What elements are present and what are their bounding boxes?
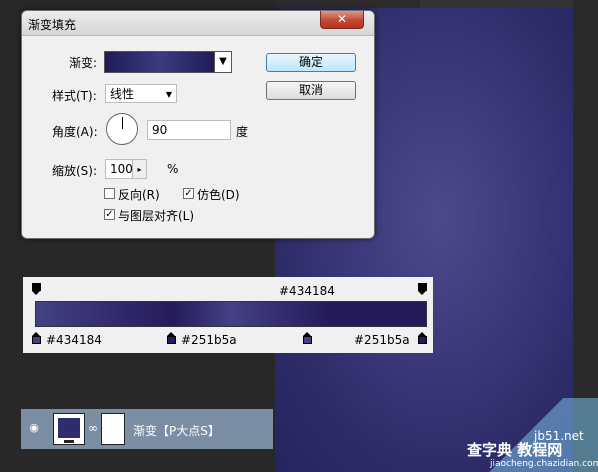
watermark-sub: jiaocheng.chazidian.com [490,459,598,469]
dither-label: 仿色(D) [197,188,240,202]
dialog-titlebar[interactable]: 渐变填充 ✕ [22,11,374,36]
gradient-editor: #434184 #434184 #251b5a #251b5a [23,277,433,353]
align-checkbox[interactable]: ✓ [104,209,115,220]
gradient-fill-dialog: 渐变填充 ✕ 渐变: ▼ 样式(T): 线性 ▼ 角度(A): 90 度 缩放(… [21,10,375,239]
scale-unit: % [167,162,179,176]
gradient-preview[interactable] [104,51,216,73]
color-stop-4-label: #251b5a [354,333,410,347]
color-stop-1-label: #434184 [46,333,102,347]
color-stop-2[interactable] [167,332,176,344]
chevron-down-icon: ▼ [219,56,227,67]
ok-button[interactable]: 确定 [266,53,356,72]
reverse-label: 反向(R) [118,188,160,202]
angle-label: 角度(A): [52,125,98,139]
color-stop-4[interactable] [418,332,427,344]
gradient-bar[interactable] [35,301,427,327]
close-button[interactable]: ✕ [320,11,364,29]
scale-input[interactable]: 100 [105,159,133,179]
color-stop-1[interactable] [32,332,41,344]
watermark-main: 查字典 教程网 [467,441,563,459]
gradient-dropdown-button[interactable]: ▼ [214,51,232,73]
opacity-stop-right[interactable] [418,283,427,295]
style-value: 线性 [110,87,135,101]
color-stop-2-label: #251b5a [181,333,237,347]
eye-icon[interactable]: ◉ [27,421,41,435]
top-stop-color-label: #434184 [279,284,335,298]
top-strip [420,0,598,8]
layer-name[interactable]: 渐变【P大点S】 [133,422,220,439]
gradient-label: 渐变: [69,56,98,70]
chevron-down-icon: ▼ [165,90,172,99]
dialog-title: 渐变填充 [28,18,77,32]
angle-dial[interactable] [106,113,138,145]
opacity-stop-left[interactable] [32,283,41,295]
style-label: 样式(T): [52,89,97,103]
color-stop-3[interactable] [303,332,312,344]
scale-stepper[interactable]: ▸ [132,159,147,179]
layer-mask-thumbnail[interactable] [101,413,125,445]
layer-row[interactable]: ◉ ∞ 渐变【P大点S】 [21,409,273,449]
dither-checkbox[interactable]: ✓ [183,188,194,199]
angle-input[interactable]: 90 [147,120,231,140]
layer-fill-thumbnail[interactable] [53,413,85,445]
style-select[interactable]: 线性 ▼ [105,84,177,103]
chain-link-icon[interactable]: ∞ [88,421,98,435]
chevron-right-icon: ▸ [137,165,142,174]
angle-unit: 度 [236,125,249,139]
align-label: 与图层对齐(L) [118,209,195,223]
reverse-checkbox[interactable] [104,188,115,199]
cancel-button[interactable]: 取消 [266,81,356,100]
angle-needle [122,117,123,129]
scale-label: 缩放(S): [52,164,98,178]
